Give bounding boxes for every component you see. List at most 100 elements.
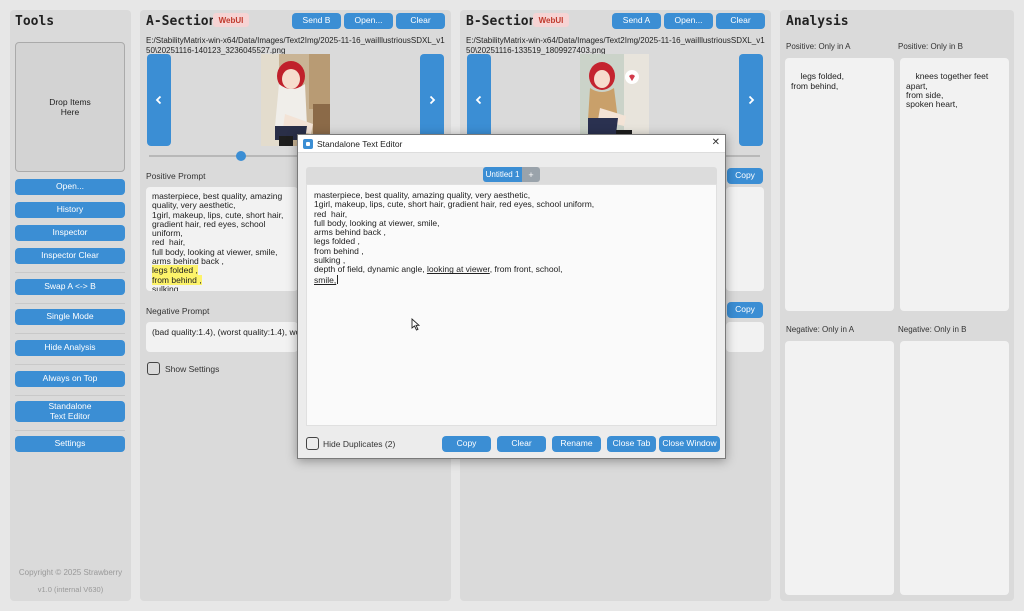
a-open-button[interactable]: Open... <box>344 13 393 29</box>
slider-track <box>149 155 299 157</box>
text-editor-dialog: Standalone Text Editor ✕ Untitled 1 + ma… <box>297 134 726 459</box>
editor-textarea[interactable]: masterpiece, best quality, amazing quali… <box>306 184 717 426</box>
editor-segment: depth of field, dynamic angle, <box>314 264 427 275</box>
inspector-clear-button[interactable]: Inspector Clear <box>15 248 125 264</box>
close-tab-button[interactable]: Close Tab <box>607 436 656 452</box>
rename-button[interactable]: Rename <box>552 436 601 452</box>
always-on-top-button[interactable]: Always on Top <box>15 371 125 387</box>
positive-only-a-box[interactable]: legs folded, from behind, <box>785 58 894 311</box>
show-settings-label: Show Settings <box>165 364 220 374</box>
close-icon[interactable]: ✕ <box>712 137 720 148</box>
history-button[interactable]: History <box>15 202 125 218</box>
close-window-button[interactable]: Close Window <box>659 436 720 452</box>
editor-clear-button[interactable]: Clear <box>497 436 546 452</box>
a-section-title: A-Section <box>146 14 217 29</box>
add-tab-button[interactable]: + <box>522 167 540 182</box>
divider <box>15 272 125 273</box>
send-a-button[interactable]: Send A <box>612 13 661 29</box>
tools-panel: Tools Drop Items Here Open... History In… <box>10 10 131 601</box>
inspector-button[interactable]: Inspector <box>15 225 125 241</box>
editor-segment: , from front, school, <box>489 264 563 275</box>
chevron-left-icon <box>475 95 482 105</box>
divider <box>15 333 125 334</box>
positive-only-a-label: Positive: Only in A <box>786 42 851 51</box>
a-image-slider[interactable] <box>149 151 299 161</box>
app-icon <box>303 139 313 149</box>
analysis-panel: Analysis Positive: Only in A Positive: O… <box>780 10 1014 601</box>
hide-duplicates-checkbox[interactable] <box>306 437 319 450</box>
drop-zone-label: Drop Items Here <box>49 97 91 117</box>
a-positive-line: masterpiece, best quality, amazing quali… <box>152 191 292 211</box>
tab-untitled-1[interactable]: Untitled 1 <box>483 167 522 182</box>
drop-zone[interactable]: Drop Items Here <box>15 42 125 172</box>
show-settings-checkbox[interactable] <box>147 362 160 375</box>
analysis-title: Analysis <box>786 14 849 29</box>
a-positive-prompt[interactable]: masterpiece, best quality, amazing quali… <box>146 187 298 291</box>
dialog-title: Standalone Text Editor <box>317 139 403 149</box>
editor-segment: 1girl, makeup, lips, cute, short hair, g… <box>314 199 595 210</box>
text-caret <box>337 274 339 284</box>
divider <box>15 430 125 431</box>
tools-title: Tools <box>15 14 55 29</box>
dialog-titlebar[interactable]: Standalone Text Editor ✕ <box>298 135 725 153</box>
slider-thumb[interactable] <box>235 151 246 161</box>
b-prev-button[interactable] <box>467 54 491 146</box>
single-mode-button[interactable]: Single Mode <box>15 309 125 325</box>
chevron-right-icon <box>748 95 755 105</box>
hide-duplicates-label: Hide Duplicates (2) <box>323 439 396 449</box>
a-file-path: E:/StabilityMatrix-win-x64/Data/Images/T… <box>146 36 445 55</box>
negative-only-b-box[interactable] <box>900 341 1009 595</box>
b-negative-prompt[interactable] <box>726 322 764 352</box>
a-clear-button[interactable]: Clear <box>396 13 445 29</box>
a-negative-label: Negative Prompt <box>146 306 210 316</box>
swap-button[interactable]: Swap A <-> B <box>15 279 125 295</box>
editor-line: depth of field, dynamic angle, looking a… <box>314 265 709 274</box>
standalone-text-editor-button[interactable]: Standalone Text Editor <box>15 401 125 422</box>
a-positive-segment: legs folded , <box>152 265 198 276</box>
a-positive-line: 1girl, makeup, lips, cute, short hair, g… <box>152 210 292 239</box>
positive-only-b-label: Positive: Only in B <box>898 42 963 51</box>
b-copy-positive-button[interactable]: Copy <box>727 168 763 184</box>
b-clear-button[interactable]: Clear <box>716 13 765 29</box>
b-copy-negative-button[interactable]: Copy <box>727 302 763 318</box>
chevron-left-icon <box>155 95 162 105</box>
positive-only-b-text: knees together feet apart, from side, sp… <box>906 71 989 110</box>
send-b-button[interactable]: Send B <box>292 13 341 29</box>
editor-copy-button[interactable]: Copy <box>442 436 491 452</box>
b-open-button[interactable]: Open... <box>664 13 713 29</box>
b-image-preview <box>580 54 649 146</box>
tab-bar: Untitled 1 + <box>306 167 717 184</box>
editor-line: arms behind back , <box>314 228 709 237</box>
divider <box>15 395 125 396</box>
mouse-cursor-icon <box>411 318 420 331</box>
negative-only-a-box[interactable] <box>785 341 894 595</box>
editor-line: legs folded , <box>314 237 709 246</box>
chevron-right-icon <box>429 95 436 105</box>
a-positive-line: sulking , <box>152 283 292 291</box>
b-positive-prompt[interactable] <box>726 187 764 291</box>
editor-segment: smile, <box>314 274 337 285</box>
editor-line: smile, <box>314 274 709 285</box>
b-next-button[interactable] <box>739 54 763 146</box>
b-slider-track[interactable] <box>726 155 760 157</box>
a-positive-segment: masterpiece, best quality, amazing quali… <box>152 191 285 211</box>
version-text: v1.0 (internal V630) <box>37 585 104 594</box>
open-button[interactable]: Open... <box>15 179 125 195</box>
a-prev-button[interactable] <box>147 54 171 146</box>
positive-only-b-box[interactable]: knees together feet apart, from side, sp… <box>900 58 1009 311</box>
a-negative-text: (bad quality:1.4), (worst quality:1.4), … <box>152 327 298 337</box>
a-positive-segment: sulking , <box>152 283 184 291</box>
a-negative-prompt[interactable]: (bad quality:1.4), (worst quality:1.4), … <box>146 322 298 352</box>
divider <box>15 364 125 365</box>
negative-only-b-label: Negative: Only in B <box>898 325 967 334</box>
hide-analysis-button[interactable]: Hide Analysis <box>15 340 125 356</box>
editor-line: from behind , <box>314 246 709 256</box>
b-section-title: B-Section <box>466 14 537 29</box>
b-source-badge: WebUI <box>533 13 569 27</box>
a-image-preview <box>261 54 330 146</box>
positive-only-a-text: legs folded, from behind, <box>791 71 844 91</box>
settings-button[interactable]: Settings <box>15 436 125 452</box>
a-next-button[interactable] <box>420 54 444 146</box>
a-source-badge: WebUI <box>213 13 249 27</box>
editor-segment: looking at viewer <box>426 264 490 275</box>
